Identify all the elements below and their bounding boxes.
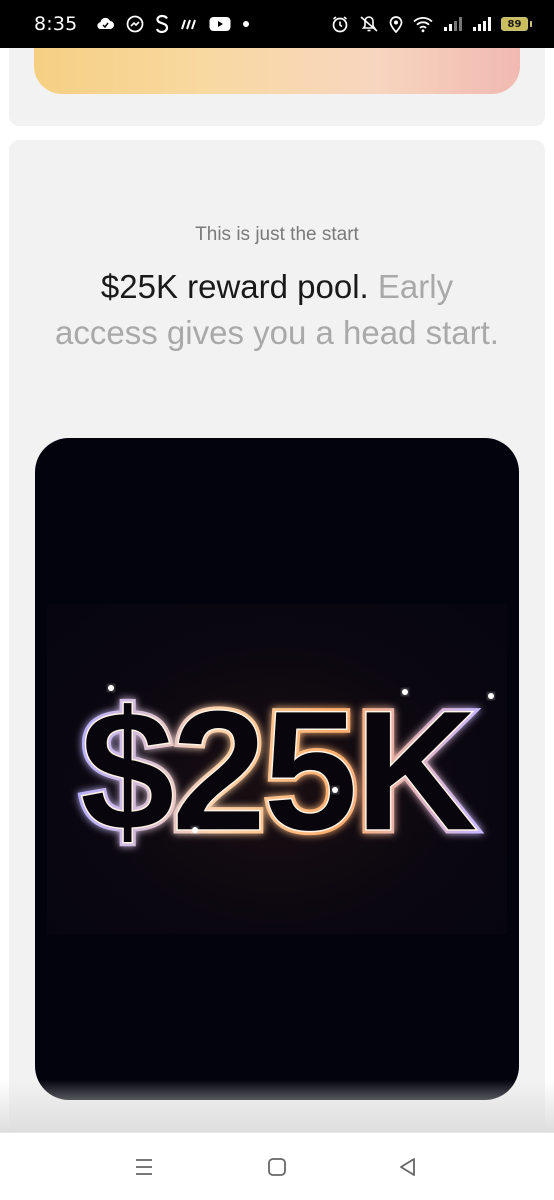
location-icon — [389, 15, 403, 33]
headline-strong: $25K reward pool. — [100, 268, 369, 305]
menu-button[interactable] — [124, 1153, 164, 1181]
youtube-icon — [209, 16, 231, 32]
bottom-shade — [0, 1080, 554, 1132]
reward-pool-card: This is just the start $25K reward pool.… — [9, 140, 545, 1132]
sparkle — [108, 685, 114, 691]
dot-icon — [242, 20, 250, 28]
mute-icon — [358, 15, 380, 33]
home-icon — [268, 1158, 286, 1176]
messenger-icon — [126, 15, 144, 33]
home-button[interactable] — [257, 1153, 297, 1181]
battery-level: 89 — [507, 18, 522, 30]
s-app-icon — [155, 14, 169, 34]
sparkle — [332, 787, 338, 793]
alarm-icon — [331, 15, 349, 33]
section-eyebrow: This is just the start — [195, 224, 359, 245]
status-time: 8:35 — [34, 13, 78, 35]
status-bar: 8:35 89 — [0, 0, 554, 48]
wavy-app-icon — [180, 18, 198, 30]
system-icons: 89 — [331, 15, 532, 33]
sparkle — [192, 827, 198, 833]
promo-graphic: $25K $25K — [76, 672, 494, 871]
wifi-icon — [412, 15, 434, 33]
cloud-icon — [95, 16, 115, 32]
back-icon — [400, 1158, 415, 1176]
notification-icons — [95, 14, 250, 34]
gradient-banner — [34, 48, 520, 94]
back-button[interactable] — [388, 1153, 428, 1181]
reward-promo-image: $25K $25K — [35, 438, 519, 1100]
menu-icon — [136, 1159, 152, 1175]
scroll-content[interactable]: This is just the start $25K reward pool.… — [0, 48, 554, 1132]
battery-icon: 89 — [501, 17, 532, 31]
signal-icon — [443, 16, 463, 32]
sparkle — [402, 689, 408, 695]
signal-icon — [472, 16, 492, 32]
system-nav-bar — [0, 1132, 554, 1200]
section-headline: $25K reward pool. Early access gives you… — [49, 264, 505, 356]
glow-text-inner: $25K — [79, 675, 477, 867]
previous-card — [9, 48, 545, 126]
sparkle — [488, 693, 494, 699]
